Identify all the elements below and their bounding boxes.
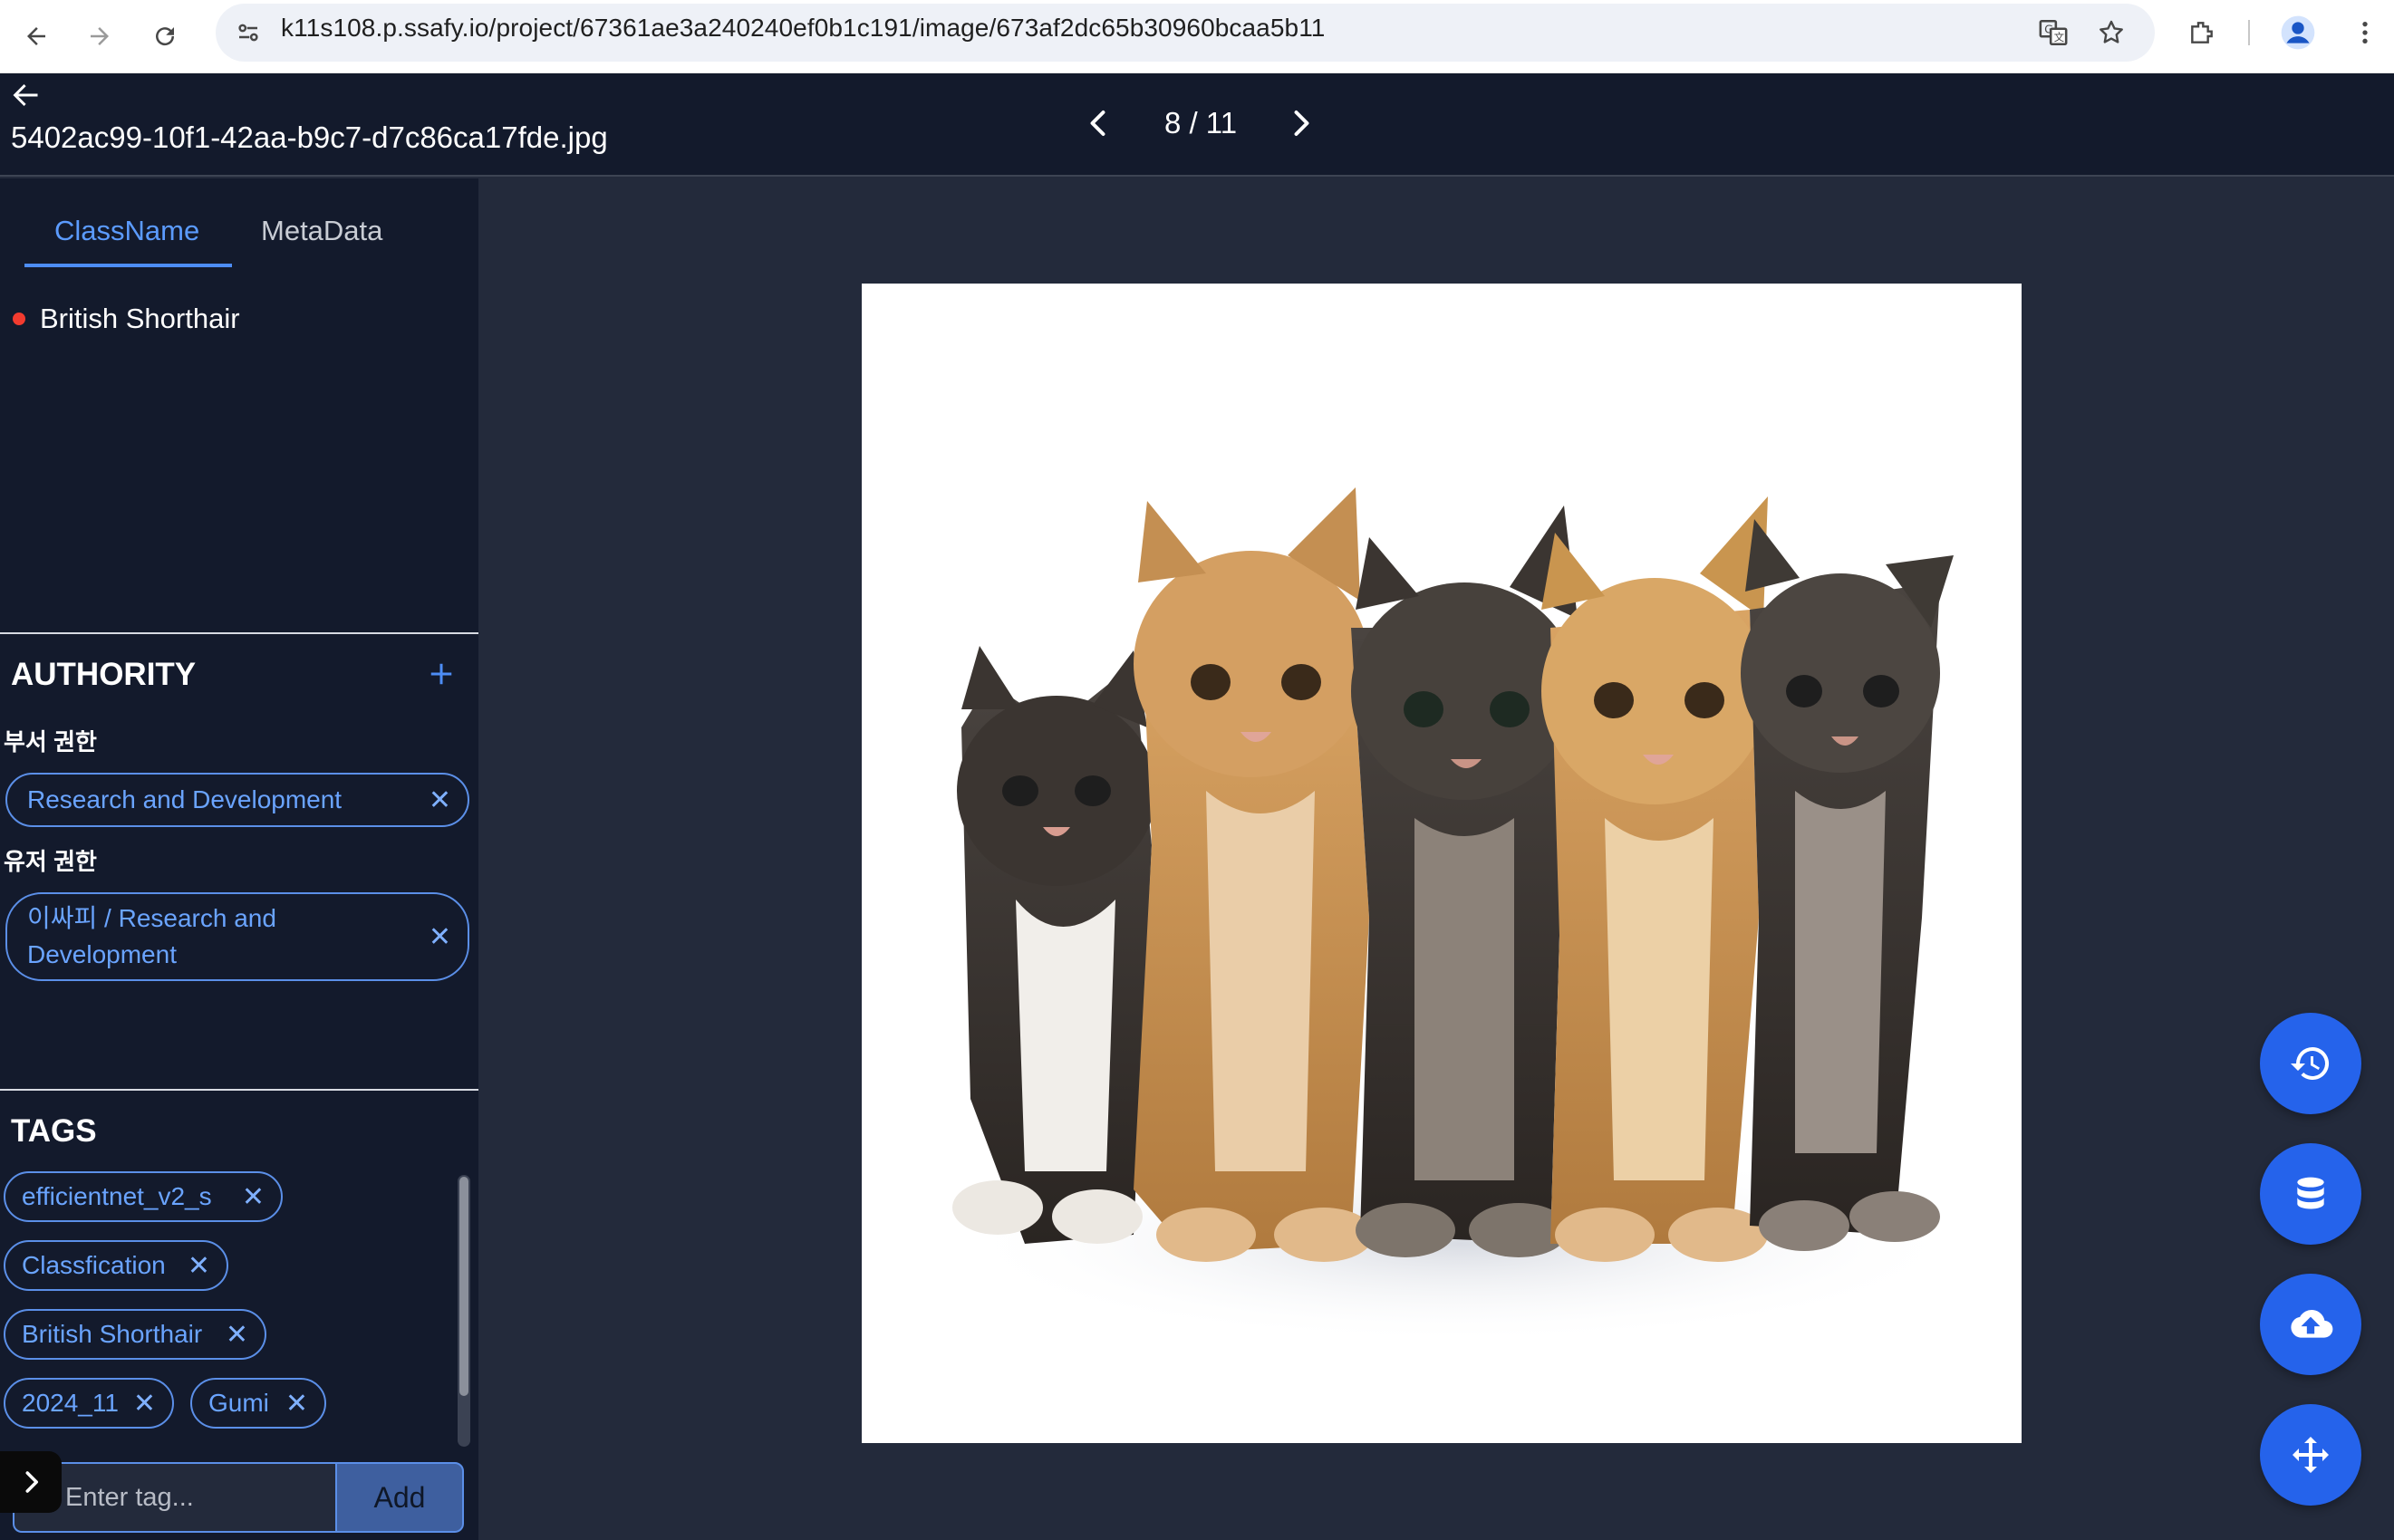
tag-chip: Classfication ✕ xyxy=(4,1240,228,1291)
tag-chip: efficientnet_v2_s ✕ xyxy=(4,1171,283,1222)
chevron-left-icon xyxy=(1090,111,1105,136)
forward-icon[interactable] xyxy=(76,13,123,60)
class-label: British Shorthair xyxy=(40,303,240,334)
department-authority-label: 부서 권한 xyxy=(4,728,97,756)
kittens-image[interactable] xyxy=(862,284,2022,1443)
next-image-button[interactable] xyxy=(1278,101,1323,146)
section-divider xyxy=(0,1089,478,1091)
previous-image-button[interactable] xyxy=(1076,101,1122,146)
remove-tag-icon[interactable]: ✕ xyxy=(285,1388,308,1420)
class-list-item[interactable]: British Shorthair xyxy=(13,303,240,335)
site-info-icon[interactable] xyxy=(228,13,268,53)
browser-toolbar: k11s108.p.ssafy.io/project/67361ae3a2402… xyxy=(0,0,2394,73)
history-button[interactable] xyxy=(2260,1013,2361,1114)
url-text[interactable]: k11s108.p.ssafy.io/project/67361ae3a2402… xyxy=(281,14,1325,43)
remove-user-icon[interactable]: ✕ xyxy=(429,921,451,953)
section-divider xyxy=(0,632,478,634)
image-counter: 8 / 11 xyxy=(1163,106,1238,140)
reload-icon[interactable] xyxy=(141,13,188,60)
svg-text:文: 文 xyxy=(2054,31,2064,43)
chevron-right-icon xyxy=(1294,111,1309,136)
user-authority-label: 유저 권한 xyxy=(4,848,97,875)
tag-chip: 2024_11 ✕ xyxy=(4,1378,174,1429)
tag-label: British Shorthair xyxy=(22,1320,203,1348)
back-icon[interactable] xyxy=(13,13,60,60)
bookmark-star-icon[interactable] xyxy=(2090,11,2133,54)
app-header: 5402ac99-10f1-42aa-b9c7-d7c86ca17fde.jpg… xyxy=(0,73,2394,177)
cloud-upload-icon xyxy=(2291,1309,2333,1338)
back-arrow-icon[interactable] xyxy=(9,79,42,118)
remove-tag-icon[interactable]: ✕ xyxy=(188,1250,210,1282)
translate-icon[interactable]: G文 xyxy=(2032,11,2075,54)
tab-classname[interactable]: ClassName xyxy=(54,215,199,247)
sidebar: ClassName MetaData British Shorthair AUT… xyxy=(0,178,478,1540)
class-color-dot xyxy=(13,313,25,325)
menu-kebab-icon[interactable] xyxy=(2343,11,2387,54)
expand-sidebar-button[interactable] xyxy=(0,1451,62,1513)
department-chip-label: Research and Development xyxy=(27,785,343,813)
tags-scrollbar-thumb[interactable] xyxy=(459,1177,468,1396)
database-icon xyxy=(2297,1177,2324,1209)
active-tab-indicator xyxy=(24,264,232,267)
remove-tag-icon[interactable]: ✕ xyxy=(226,1319,248,1351)
user-chip-line1: 이싸피 / Research and xyxy=(27,904,276,932)
tag-label: efficientnet_v2_s xyxy=(22,1182,212,1210)
remove-tag-icon[interactable]: ✕ xyxy=(133,1388,156,1420)
profile-icon[interactable] xyxy=(2276,11,2320,54)
database-button[interactable] xyxy=(2260,1143,2361,1245)
tag-label: Classfication xyxy=(22,1251,166,1279)
tag-label: 2024_11 xyxy=(22,1389,119,1417)
tag-input[interactable] xyxy=(14,1464,335,1531)
plus-icon xyxy=(430,663,452,685)
tag-label: Gumi xyxy=(208,1389,269,1417)
toolbar-separator xyxy=(2248,20,2250,45)
add-authority-button[interactable] xyxy=(428,657,455,693)
history-icon xyxy=(2291,1046,2330,1080)
move-icon xyxy=(2293,1437,2329,1473)
authority-title: AUTHORITY xyxy=(11,657,197,692)
move-button[interactable] xyxy=(2260,1404,2361,1506)
extensions-icon[interactable] xyxy=(2180,11,2224,54)
tags-title: TAGS xyxy=(11,1113,97,1149)
chevron-right-icon xyxy=(25,1471,38,1493)
upload-button[interactable] xyxy=(2260,1274,2361,1375)
user-chip: 이싸피 / Research and Development ✕ xyxy=(5,892,469,981)
remove-department-icon[interactable]: ✕ xyxy=(429,784,451,816)
add-tag-button[interactable]: Add xyxy=(335,1462,464,1533)
department-chip: Research and Development ✕ xyxy=(5,773,469,827)
user-chip-line2: Development xyxy=(27,940,177,968)
remove-tag-icon[interactable]: ✕ xyxy=(242,1181,265,1213)
tag-chip: British Shorthair ✕ xyxy=(4,1309,266,1360)
tab-metadata[interactable]: MetaData xyxy=(261,215,382,247)
file-name: 5402ac99-10f1-42aa-b9c7-d7c86ca17fde.jpg xyxy=(11,120,608,154)
tag-chip: Gumi ✕ xyxy=(190,1378,326,1429)
